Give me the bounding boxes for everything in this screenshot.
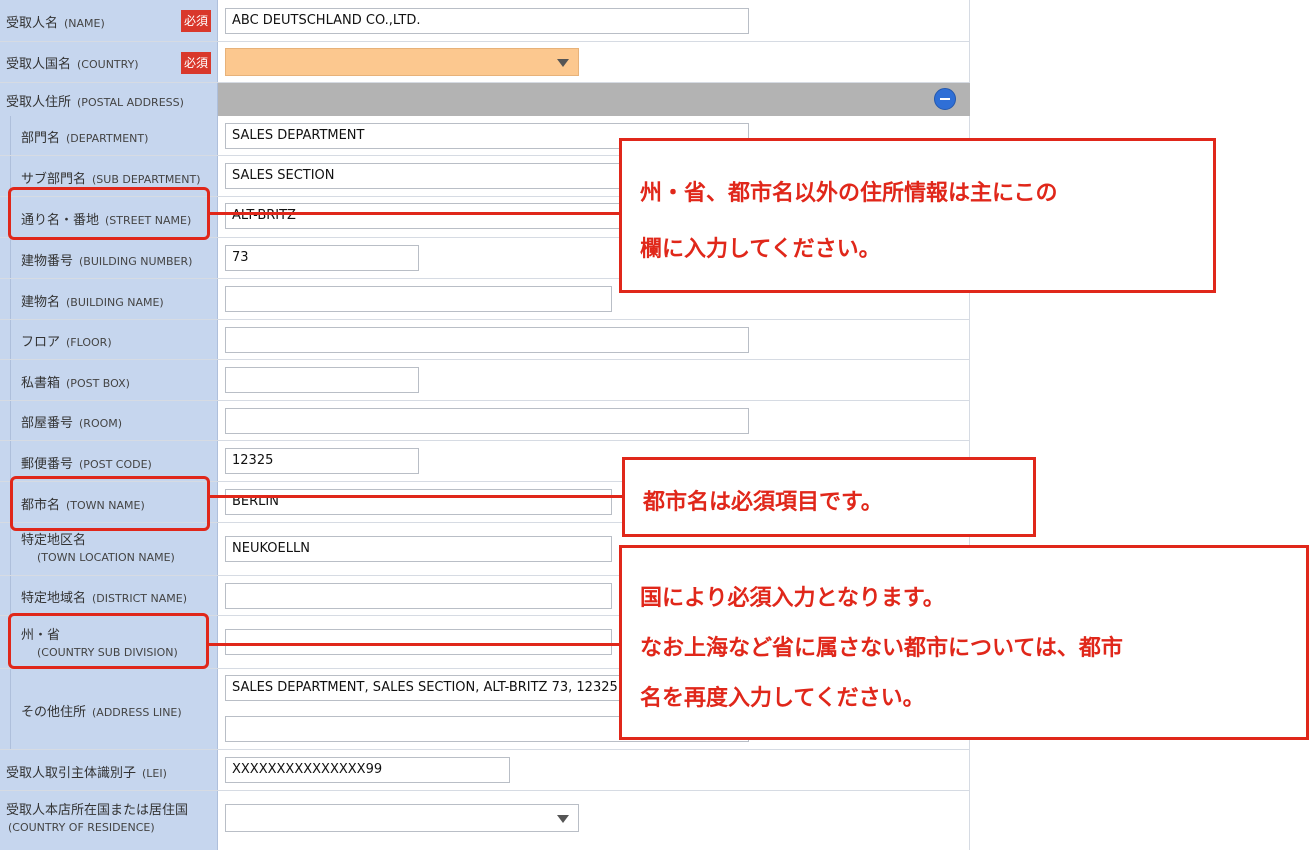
triangle-down-icon bbox=[557, 815, 569, 823]
row-room: 部屋番号 (ROOM) bbox=[0, 401, 970, 441]
floor-label: フロア bbox=[21, 335, 61, 350]
callout-town-line-1: 都市名は必須項目です。 bbox=[643, 490, 883, 515]
row-post-box: 私書箱 (POST BOX) bbox=[0, 360, 970, 401]
street-label-highlight bbox=[8, 187, 210, 240]
minus-circle-icon[interactable] bbox=[934, 88, 956, 110]
district-label-en: (DISTRICT NAME) bbox=[92, 592, 187, 605]
name-label-en: (NAME) bbox=[64, 17, 105, 30]
label-cell: 特定地域名 (DISTRICT NAME) bbox=[10, 576, 218, 615]
name-input[interactable]: ABC DEUTSCHLAND CO.,LTD. bbox=[225, 8, 749, 34]
label-cell: 部屋番号 (ROOM) bbox=[10, 401, 218, 440]
town-input[interactable]: BERLIN bbox=[225, 489, 612, 515]
label-cell: フロア (FLOOR) bbox=[10, 320, 218, 359]
post-code-label-en: (POST CODE) bbox=[79, 458, 152, 471]
callout-town: 都市名は必須項目です。 bbox=[622, 457, 1036, 537]
callout-subdivision-line-2: なお上海など省に属さない都市については、都市 bbox=[640, 636, 1123, 661]
residence-label-en: (COUNTRY OF RESIDENCE) bbox=[8, 821, 155, 834]
building-number-input[interactable]: 73 bbox=[225, 245, 419, 271]
address-line-label-en: (ADDRESS LINE) bbox=[92, 706, 182, 719]
label-cell: 受取人名 (NAME) 必須 bbox=[0, 0, 218, 41]
callout-subdivision-line-3: 名を再度入力してください。 bbox=[640, 686, 925, 711]
callout-street: 州・省、都市名以外の住所情報は主にこの 欄に入力してください。 bbox=[619, 138, 1216, 293]
row-postal-address: 受取人住所 (POSTAL ADDRESS) bbox=[0, 83, 970, 116]
label-cell: 受取人本店所在国または居住国 (COUNTRY OF RESIDENCE) bbox=[0, 791, 218, 850]
lei-label-en: (LEI) bbox=[142, 767, 167, 780]
building-name-label-en: (BUILDING NAME) bbox=[66, 296, 164, 309]
label-cell: 私書箱 (POST BOX) bbox=[10, 360, 218, 400]
building-number-label: 建物番号 bbox=[21, 254, 74, 269]
town-label-highlight bbox=[10, 476, 210, 531]
town-location-label-en: (TOWN LOCATION NAME) bbox=[37, 551, 175, 564]
district-input[interactable] bbox=[225, 583, 612, 609]
row-floor: フロア (FLOOR) bbox=[0, 320, 970, 360]
room-label-en: (ROOM) bbox=[79, 417, 123, 430]
town-location-input[interactable]: NEUKOELLN bbox=[225, 536, 612, 562]
postal-address-header-band bbox=[218, 83, 970, 116]
lei-label: 受取人取引主体識別子 bbox=[6, 766, 137, 781]
room-label: 部屋番号 bbox=[21, 416, 74, 431]
sub-department-label-en: (SUB DEPARTMENT) bbox=[92, 173, 201, 186]
district-label: 特定地域名 bbox=[21, 591, 87, 606]
residence-select[interactable] bbox=[225, 804, 579, 832]
row-country-of-residence: 受取人本店所在国または居住国 (COUNTRY OF RESIDENCE) bbox=[0, 791, 970, 850]
callout-street-line-2: 欄に入力してください。 bbox=[640, 237, 881, 262]
post-code-label: 郵便番号 bbox=[21, 457, 74, 472]
name-label: 受取人名 bbox=[6, 16, 59, 31]
building-name-input[interactable] bbox=[225, 286, 612, 312]
label-cell: 建物番号 (BUILDING NUMBER) bbox=[10, 238, 218, 278]
country-label: 受取人国名 bbox=[6, 57, 72, 72]
post-box-label: 私書箱 bbox=[21, 376, 61, 391]
building-name-label: 建物名 bbox=[21, 295, 61, 310]
address-line-label: その他住所 bbox=[21, 705, 87, 720]
street-connector-line bbox=[210, 212, 622, 215]
label-cell: 受取人国名 (COUNTRY) 必須 bbox=[0, 42, 218, 82]
row-name: 受取人名 (NAME) 必須 ABC DEUTSCHLAND CO.,LTD. bbox=[0, 0, 970, 42]
row-country: 受取人国名 (COUNTRY) 必須 bbox=[0, 42, 970, 83]
floor-input[interactable] bbox=[225, 327, 749, 353]
town-location-label: 特定地区名 bbox=[21, 533, 87, 548]
country-select[interactable] bbox=[225, 48, 579, 76]
label-cell: 受取人取引主体識別子 (LEI) bbox=[0, 750, 218, 790]
label-cell: 部門名 (DEPARTMENT) bbox=[10, 116, 218, 155]
subdivision-connector-line bbox=[209, 643, 622, 646]
residence-label: 受取人本店所在国または居住国 bbox=[6, 803, 189, 818]
post-box-label-en: (POST BOX) bbox=[66, 377, 130, 390]
building-number-label-en: (BUILDING NUMBER) bbox=[79, 255, 193, 268]
callout-subdivision-line-1: 国により必須入力となります。 bbox=[640, 586, 945, 611]
sub-department-label: サブ部門名 bbox=[21, 172, 87, 187]
subdivision-input[interactable] bbox=[225, 629, 612, 655]
room-input[interactable] bbox=[225, 408, 749, 434]
lei-input[interactable]: XXXXXXXXXXXXXXX99 bbox=[225, 757, 510, 783]
callout-street-line-1: 州・省、都市名以外の住所情報は主にこの bbox=[640, 181, 1058, 206]
post-box-input[interactable] bbox=[225, 367, 419, 393]
callout-subdivision: 国により必須入力となります。 なお上海など省に属さない都市については、都市 名を… bbox=[619, 545, 1309, 740]
label-cell: その他住所 (ADDRESS LINE) bbox=[10, 669, 218, 749]
country-label-en: (COUNTRY) bbox=[77, 58, 139, 71]
label-cell: 受取人住所 (POSTAL ADDRESS) bbox=[0, 83, 218, 116]
required-badge: 必須 bbox=[181, 52, 211, 74]
row-lei: 受取人取引主体識別子 (LEI) XXXXXXXXXXXXXXX99 bbox=[0, 750, 970, 791]
triangle-down-icon bbox=[557, 59, 569, 67]
floor-label-en: (FLOOR) bbox=[66, 336, 112, 349]
town-connector-line bbox=[210, 495, 626, 498]
label-cell: 郵便番号 (POST CODE) bbox=[10, 441, 218, 481]
label-cell: 建物名 (BUILDING NAME) bbox=[10, 279, 218, 319]
postal-label: 受取人住所 bbox=[6, 95, 72, 110]
post-code-input[interactable]: 12325 bbox=[225, 448, 419, 474]
subdivision-label-highlight bbox=[8, 613, 209, 669]
postal-label-en: (POSTAL ADDRESS) bbox=[77, 96, 184, 109]
department-label: 部門名 bbox=[21, 131, 61, 146]
required-badge: 必須 bbox=[181, 10, 211, 32]
department-label-en: (DEPARTMENT) bbox=[66, 132, 149, 145]
